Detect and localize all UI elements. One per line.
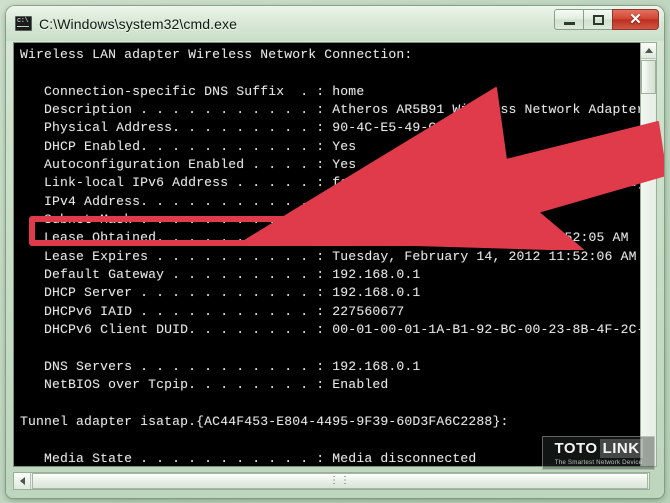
scroll-left-arrow-icon[interactable]: [14, 473, 31, 489]
minimize-button[interactable]: [554, 9, 583, 30]
watermark-tagline: The Smartest Network Device: [554, 458, 643, 466]
totolink-watermark: TOTO LINK The Smartest Network Device: [542, 436, 655, 470]
horizontal-scrollbar[interactable]: ⋮⋮: [13, 472, 650, 490]
maximize-icon: [592, 14, 604, 25]
minimize-icon: [563, 21, 575, 25]
window-controls: ✕: [554, 9, 659, 31]
watermark-brand: TOTO LINK: [554, 438, 643, 458]
window-title: C:\Windows\system32\cmd.exe: [39, 15, 237, 32]
vertical-scrollbar-thumb[interactable]: [641, 60, 656, 94]
vertical-scrollbar[interactable]: [640, 42, 657, 467]
close-icon: ✕: [629, 11, 642, 28]
watermark-brand-first: TOTO: [554, 439, 598, 457]
horizontal-scrollbar-thumb[interactable]: ⋮⋮: [32, 473, 648, 489]
close-button[interactable]: ✕: [612, 9, 659, 30]
watermark-brand-second: LINK: [599, 438, 643, 458]
maximize-button[interactable]: [583, 9, 612, 30]
title-bar[interactable]: C:\Windows\system32\cmd.exe ✕: [6, 6, 664, 41]
ipconfig-output: Wireless LAN adapter Wireless Network Co…: [20, 47, 650, 466]
scroll-up-arrow-icon[interactable]: [641, 43, 656, 59]
scrollbar-grip-icon: ⋮⋮: [329, 475, 351, 486]
cmd-icon: [15, 16, 32, 31]
console-output-area[interactable]: Wireless LAN adapter Wireless Network Co…: [13, 42, 650, 467]
cmd-window: C:\Windows\system32\cmd.exe ✕ Wireless L…: [6, 6, 664, 498]
